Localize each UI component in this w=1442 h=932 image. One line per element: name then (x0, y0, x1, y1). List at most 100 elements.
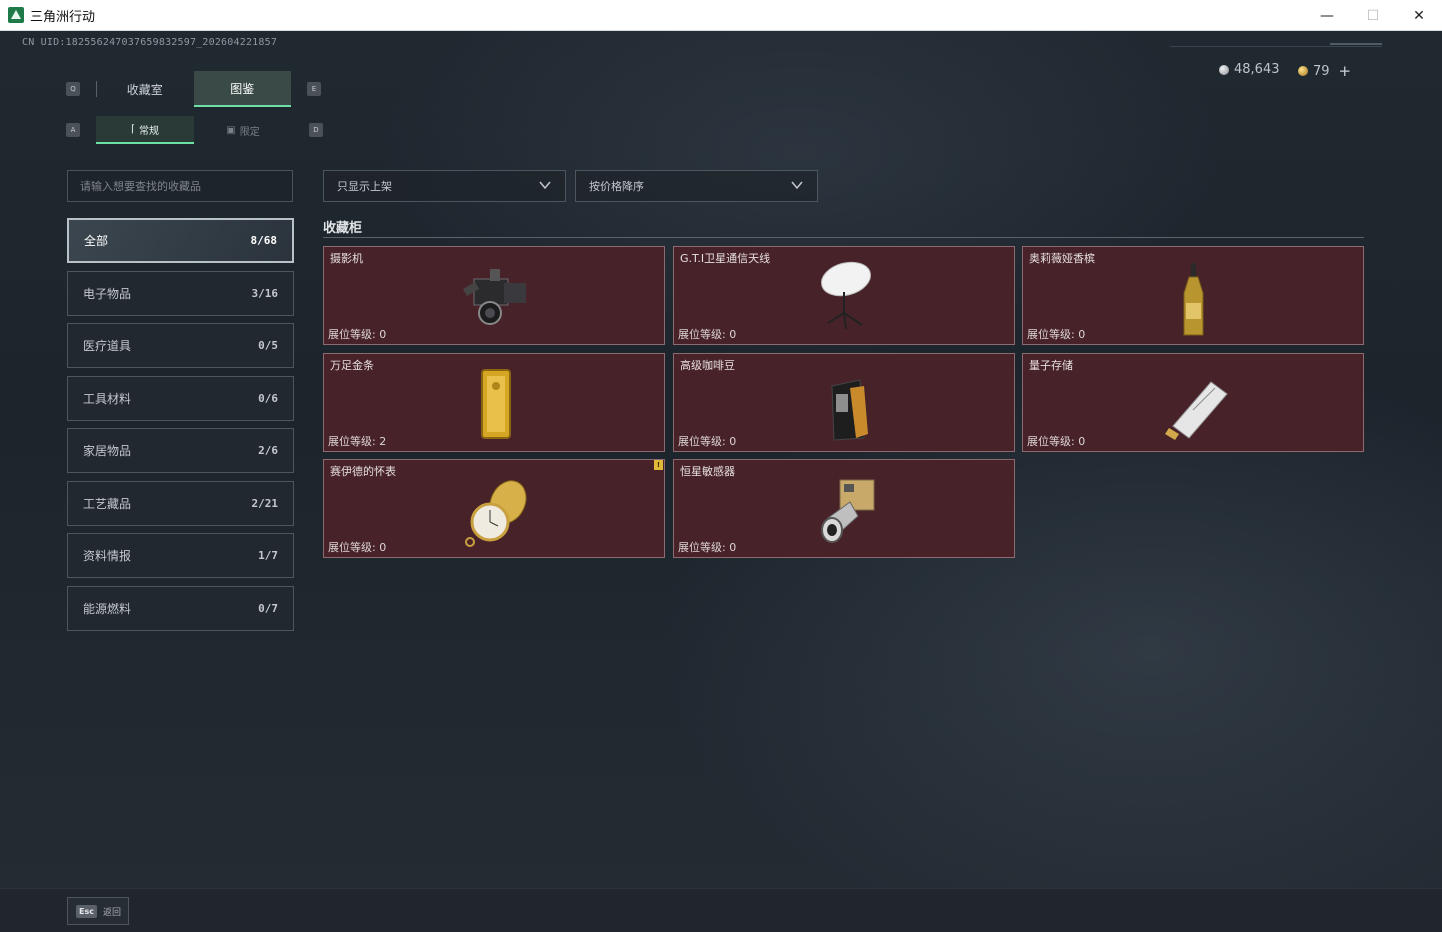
tab-regular-label: 常规 (138, 125, 159, 137)
category-electronics[interactable]: 电子物品 3/16 (67, 270, 294, 316)
main-tabs: 收藏室 图鉴 (96, 71, 291, 107)
currency-silver[interactable]: 48,643 (1219, 62, 1280, 77)
gold-coin-icon (1298, 66, 1308, 76)
card-level: 展位等级: 0 (678, 328, 737, 341)
card-level: 展位等级: 0 (678, 541, 737, 554)
cabinet-title: 收藏柜 (323, 221, 363, 236)
tab-collection-room[interactable]: 收藏室 (96, 71, 194, 107)
window-title: 三角洲行动 (30, 8, 96, 24)
card-name: 摄影机 (330, 252, 363, 265)
category-label: 能源燃料 (83, 601, 132, 616)
card-level: 展位等级: 0 (1027, 328, 1086, 341)
category-label: 资料情报 (83, 549, 132, 563)
category-medical[interactable]: 医疗道具 0/5 (67, 323, 294, 368)
collectible-card[interactable]: 摄影机 展位等级: 0 (323, 246, 665, 345)
category-all[interactable]: 全部 8/68 (67, 218, 294, 263)
category-label: 家居物品 (83, 444, 132, 458)
back-button[interactable]: Esc 返回 (67, 897, 129, 925)
header-divider (1170, 46, 1382, 47)
category-count: 3/16 (251, 286, 279, 300)
card-name: 高级咖啡豆 (680, 359, 735, 372)
game-viewport: CN UID:1825562470376598325​97_2026042218… (0, 31, 1442, 888)
category-label: 医疗道具 (83, 339, 132, 353)
collectible-card[interactable]: G.T.I卫星通信天线 展位等级: 0 (673, 246, 1015, 345)
sub-tabs: ⌈ 常规 ▣ 限定 (96, 116, 292, 144)
currency-gold[interactable]: 79 + (1298, 62, 1351, 80)
champagne-bottle-icon (1183, 263, 1204, 336)
key-hint-next-tab: E (307, 82, 321, 96)
star-sensor-icon (821, 479, 875, 543)
bottom-bar: Esc 返回 (0, 888, 1442, 932)
category-household[interactable]: 家居物品 2/6 (67, 428, 294, 473)
category-tools[interactable]: 工具材料 0/6 (67, 375, 294, 421)
maximize-icon[interactable]: ☐ (1350, 0, 1396, 31)
silver-coin-icon (1219, 64, 1229, 75)
shelf-filter-dropdown[interactable]: 只显示上架 (323, 170, 566, 202)
category-energy[interactable]: 能源燃料 0/7 (67, 585, 294, 631)
collectible-card[interactable]: 量子存储 展位等级: 0 (1022, 353, 1364, 452)
minimize-icon[interactable]: — (1304, 0, 1350, 31)
category-count: 1/7 (258, 549, 278, 562)
card-name: 奥莉薇娅香槟 (1029, 252, 1095, 265)
category-count: 0/7 (258, 601, 278, 615)
card-level: 展位等级: 0 (678, 435, 737, 448)
category-label: 电子物品 (83, 286, 132, 301)
key-hint-prev-tab: Q (66, 82, 80, 96)
chevron-down-icon (791, 181, 803, 190)
add-currency-button[interactable]: + (1339, 62, 1352, 80)
regular-icon: ⌈ (131, 123, 135, 135)
tab-limited[interactable]: ▣ 限定 (194, 116, 292, 144)
card-level: 展位等级: 2 (328, 435, 387, 448)
tab-limited-label: 限定 (239, 126, 260, 138)
card-name: G.T.I卫星通信天线 (680, 252, 771, 265)
new-badge-icon: ! (654, 460, 663, 470)
shelf-filter-value: 只显示上架 (337, 180, 392, 193)
key-hint-prev-subtab: A (66, 123, 80, 137)
header-divider-accent (1330, 43, 1382, 45)
collectible-card[interactable]: 万足金条 展位等级: 2 (323, 353, 665, 452)
gold-amount: 79 (1313, 63, 1330, 79)
pocket-watch-icon (465, 480, 527, 547)
card-level: 展位等级: 0 (328, 541, 387, 554)
category-count: 0/6 (258, 391, 278, 405)
card-name: 量子存储 (1029, 359, 1073, 372)
card-name: 恒星敏感器 (680, 465, 735, 478)
close-icon[interactable]: ✕ (1396, 0, 1442, 31)
collectible-card[interactable]: 赛伊德的怀表 ! 展位等级: 0 (323, 459, 665, 558)
category-crafts[interactable]: 工艺藏品 2/21 (67, 480, 294, 526)
category-label: 工艺藏品 (83, 496, 132, 511)
silver-amount: 48,643 (1234, 62, 1280, 77)
sort-dropdown[interactable]: 按价格降序 (575, 170, 818, 202)
coffee-bag-icon (831, 379, 868, 441)
card-name: 赛伊德的怀表 (330, 465, 396, 478)
search-input[interactable]: 请输入想要查找的收藏品 (67, 170, 293, 202)
key-hint-next-subtab: D (309, 123, 323, 137)
window-controls: — ☐ ✕ (1304, 0, 1442, 31)
chevron-down-icon (539, 181, 551, 190)
camera-icon (462, 269, 526, 325)
card-level: 展位等级: 0 (1027, 435, 1086, 448)
cabinet-divider (323, 237, 1364, 238)
category-label: 工具材料 (83, 391, 132, 406)
gold-bar-icon (481, 369, 511, 439)
card-name: 万足金条 (330, 359, 374, 372)
quantum-storage-icon (1165, 381, 1228, 440)
category-list: 全部 8/68 电子物品 3/16 医疗道具 0/5 工具材料 0/6 家居物品… (67, 218, 294, 638)
category-intel[interactable]: 资料情报 1/7 (67, 533, 294, 578)
limited-icon: ▣ (226, 124, 236, 136)
satellite-dish-icon (820, 261, 872, 330)
collectible-card[interactable]: 高级咖啡豆 展位等级: 0 (673, 353, 1015, 452)
esc-key-hint: Esc (76, 904, 97, 918)
player-uid: CN UID:1825562470376598325​97_2026042218… (22, 37, 278, 48)
tab-catalog[interactable]: 图鉴 (193, 71, 291, 107)
category-label: 全部 (84, 234, 109, 248)
app-logo-icon (8, 7, 24, 23)
collectible-card[interactable]: 恒星敏感器 展位等级: 0 (673, 459, 1015, 558)
collectible-card[interactable]: 奥莉薇娅香槟 展位等级: 0 (1022, 246, 1364, 345)
category-count: 2/6 (258, 444, 278, 457)
tab-regular[interactable]: ⌈ 常规 (96, 116, 194, 144)
category-count: 2/21 (251, 496, 279, 510)
category-count: 8/68 (250, 234, 278, 247)
category-count: 0/5 (258, 339, 278, 352)
card-level: 展位等级: 0 (328, 328, 387, 341)
